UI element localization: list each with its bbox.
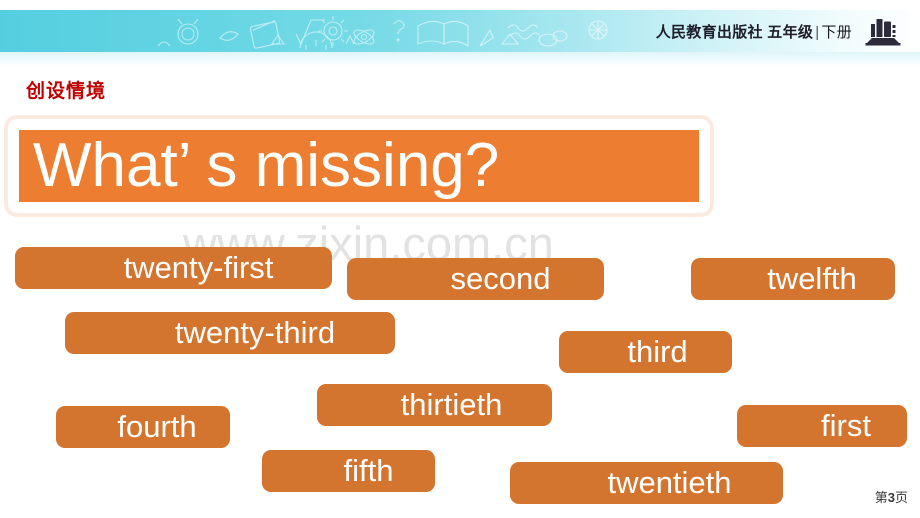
- section-title: 创设情境: [26, 81, 107, 102]
- publisher-name: 人民教育出版社: [655, 24, 763, 41]
- word-tile[interactable]: fourth: [56, 406, 230, 448]
- word-tile-label: twelfth: [767, 260, 857, 296]
- header-gradient-fade: [0, 52, 920, 66]
- word-tile-label: twenty-first: [123, 249, 274, 285]
- main-title-box: What’ s missing?: [8, 119, 710, 213]
- word-tile-label: third: [627, 333, 688, 369]
- page-number: 第3页: [875, 487, 908, 506]
- word-tile[interactable]: twenty-first: [15, 247, 332, 289]
- library-books-icon: [865, 19, 901, 46]
- word-tile[interactable]: fifth: [262, 450, 435, 492]
- word-tile[interactable]: twentieth: [510, 462, 783, 504]
- word-tile-label: twenty-third: [174, 314, 336, 350]
- volume-name: 下册: [821, 24, 852, 41]
- word-tile-label: first: [821, 407, 871, 443]
- word-tile-label: fifth: [343, 452, 394, 488]
- word-tile[interactable]: second: [347, 258, 604, 300]
- word-tile[interactable]: first: [737, 405, 907, 447]
- page-suffix: 页: [894, 490, 908, 505]
- word-tile-label: second: [450, 260, 551, 296]
- word-tile[interactable]: twenty-third: [65, 312, 395, 354]
- page-index: 3: [887, 490, 895, 505]
- grade-name: 五年级: [767, 24, 814, 41]
- word-tile[interactable]: twelfth: [691, 258, 895, 300]
- word-tile-label: twentieth: [607, 464, 732, 500]
- word-tile[interactable]: third: [559, 331, 732, 373]
- word-tile[interactable]: thirtieth: [317, 384, 552, 426]
- main-title-text: What’ s missing?: [33, 131, 500, 200]
- main-title-fill: What’ s missing?: [19, 130, 699, 202]
- word-tile-label: fourth: [117, 408, 197, 444]
- slide-canvas: 人民教育出版社 五年级 | 下册 创设情境 www.zixin.com.cn Wha…: [0, 0, 920, 518]
- page-prefix: 第: [874, 490, 888, 505]
- header-publisher-label: 人民教育出版社 五年级 | 下册: [656, 21, 852, 42]
- word-tile-label: thirtieth: [400, 386, 503, 422]
